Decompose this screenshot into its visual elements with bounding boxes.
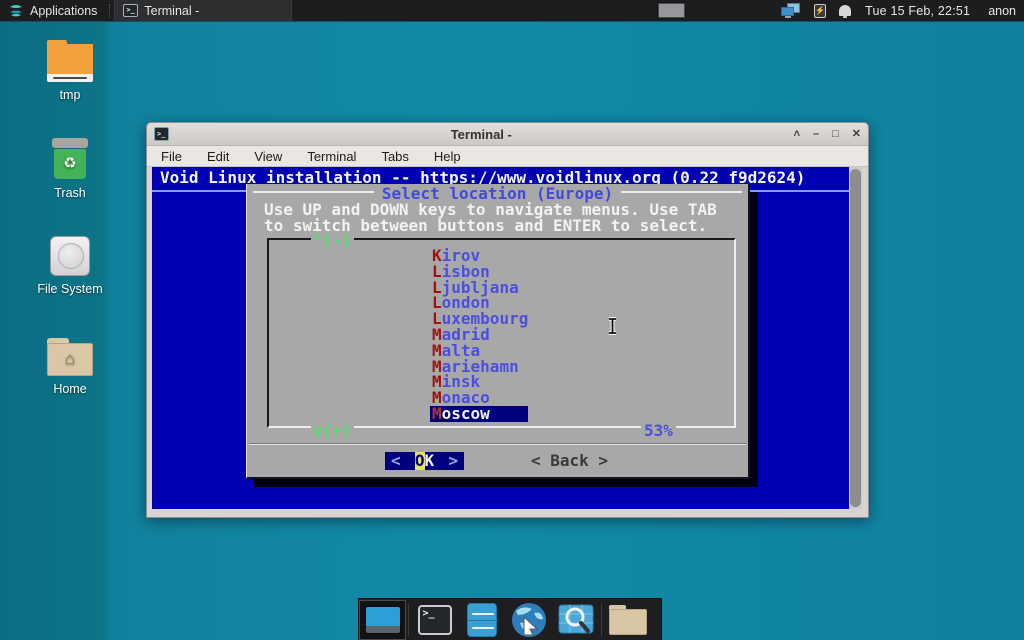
close-button[interactable]: ✕ <box>852 127 861 141</box>
notification-bell-icon[interactable] <box>839 5 851 16</box>
menu-item-terminal[interactable]: Terminal <box>307 149 356 164</box>
menu-item-file[interactable]: File <box>161 149 182 164</box>
applications-menu-button[interactable]: Applications <box>0 0 105 21</box>
menu-item-tabs[interactable]: Tabs <box>381 149 408 164</box>
desktop-icon-tmp[interactable]: tmp <box>28 40 112 102</box>
power-manager-icon[interactable]: ⚡ <box>814 4 826 18</box>
location-listbox: KirovLisbonLjubljanaLondonLuxembourgMadr… <box>267 238 736 428</box>
button-separator <box>249 443 746 445</box>
desktop-icon-label: Home <box>28 382 112 396</box>
panel-separator <box>109 4 110 18</box>
dock-separator <box>601 604 602 636</box>
desktop-icon-label: File System <box>28 282 112 296</box>
shade-button[interactable]: ˄ <box>794 127 800 141</box>
maximize-button[interactable]: □ <box>832 127 839 141</box>
dock-item-show-desktop[interactable] <box>359 600 406 640</box>
terminal-scrollbar[interactable] <box>849 167 862 509</box>
desktop-icon-label: Trash <box>28 186 112 200</box>
desktop-icon <box>365 606 401 634</box>
menu-item-edit[interactable]: Edit <box>207 149 229 164</box>
display-settings-icon[interactable] <box>781 3 801 19</box>
desktop-icon-trash[interactable]: ♻ Trash <box>28 138 112 200</box>
scroll-up-indicator[interactable]: ^(-) <box>311 231 354 250</box>
dock-separator <box>408 604 409 636</box>
desktop-icon-label: tmp <box>28 88 112 102</box>
dock-item-file-cabinet[interactable] <box>458 600 505 640</box>
menu-bar: File Edit View Terminal Tabs Help <box>147 146 868 167</box>
bottom-dock: >_ <box>358 598 662 640</box>
city-list: KirovLisbonLjubljanaLondonLuxembourgMadr… <box>432 248 528 422</box>
ibeam-mouse-cursor <box>606 317 619 340</box>
scrollbar-thumb[interactable] <box>850 169 861 507</box>
magnifier-icon <box>558 604 594 636</box>
terminal-icon: >_ <box>418 605 452 635</box>
home-folder-icon: ⌂ <box>47 338 93 376</box>
workspace-switcher[interactable] <box>658 3 685 18</box>
menu-item-help[interactable]: Help <box>434 149 461 164</box>
taskbar-item-label: Terminal - <box>144 4 199 18</box>
globe-browser-icon <box>510 601 548 639</box>
hard-drive-icon <box>50 236 90 276</box>
dock-item-app-finder[interactable] <box>552 600 599 640</box>
applications-label: Applications <box>30 4 97 18</box>
file-cabinet-icon <box>467 603 497 637</box>
cursor-cell: O <box>415 452 425 470</box>
window-titlebar[interactable]: >_ Terminal - ˄ – □ ✕ <box>147 123 868 146</box>
distro-logo-icon <box>8 3 24 19</box>
terminal-icon: >_ <box>154 127 169 141</box>
dock-item-web-browser[interactable] <box>505 600 552 640</box>
ok-button[interactable]: < O K > <box>385 452 464 470</box>
desktop-icon-home[interactable]: ⌂ Home <box>28 338 112 396</box>
menu-item-view[interactable]: View <box>254 149 282 164</box>
desktop-icon-file-system[interactable]: File System <box>28 236 112 296</box>
taskbar-terminal-button[interactable]: >_ Terminal - <box>114 0 292 21</box>
folder-icon <box>609 605 647 635</box>
scroll-down-indicator[interactable]: v(+) <box>311 421 354 440</box>
list-progress-percent: 53% <box>641 421 676 440</box>
panel-clock[interactable]: Tue 15 Feb, 22:51 <box>865 4 970 18</box>
list-item[interactable]: Moscow <box>430 406 528 422</box>
tmp-folder-icon <box>47 40 93 82</box>
terminal-screen[interactable]: Void Linux installation -- https://www.v… <box>152 167 849 509</box>
select-location-dialog: Select location (Europe) Use UP and DOWN… <box>246 184 750 479</box>
terminal-icon: >_ <box>123 4 138 17</box>
panel-username[interactable]: anon <box>988 4 1016 18</box>
dock-item-file-manager[interactable] <box>604 600 651 640</box>
terminal-window: >_ Terminal - ˄ – □ ✕ File Edit View Termin… <box>146 122 869 518</box>
back-button[interactable]: < Back > <box>531 452 608 470</box>
minimize-button[interactable]: – <box>813 127 819 141</box>
top-panel: Applications >_ Terminal - ⚡ Tue 15 Feb,… <box>0 0 1024 22</box>
window-title: Terminal - <box>169 127 794 142</box>
trash-icon: ♻ <box>52 138 88 180</box>
dock-item-terminal[interactable]: >_ <box>411 600 458 640</box>
